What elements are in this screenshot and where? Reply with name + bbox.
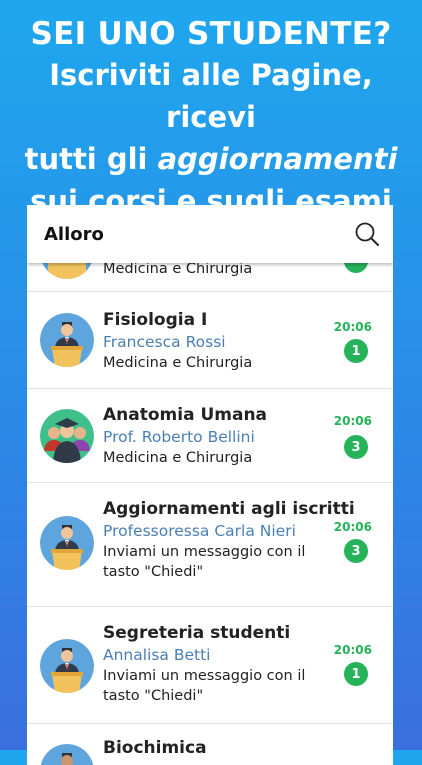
list-item-sender: Annalisa Betti	[103, 646, 211, 664]
list-item-time: 20:06	[333, 643, 372, 657]
avatar	[40, 409, 94, 463]
list-item[interactable]: Aggiornamenti agli iscritti Professoress…	[27, 483, 393, 607]
list-item-sender: Prof. Roberto Bellini	[103, 428, 255, 446]
promo-line-3: tutti gli aggiornamenti	[0, 138, 422, 180]
list-item-title: Biochimica	[103, 738, 207, 758]
promo-line-3-emphasis: aggiornamenti	[157, 142, 398, 176]
list-item-time: 20:06	[333, 414, 372, 428]
list-item-time: 20:06	[333, 520, 372, 534]
app-screen: Alloro Medicina e Chirurgia Fisiologia I…	[27, 205, 393, 765]
avatar	[40, 639, 94, 693]
list-item-preview: Medicina e Chirurgia	[103, 355, 253, 371]
avatar	[40, 313, 94, 367]
search-button[interactable]	[353, 220, 381, 248]
unread-badge: 3	[344, 435, 368, 459]
list-item-preview: Medicina e Chirurgia	[103, 450, 253, 466]
unread-badge: 3	[344, 539, 368, 563]
list-item[interactable]: Anatomia Umana Prof. Roberto Bellini Med…	[27, 389, 393, 483]
conversation-list: Medicina e Chirurgia Fisiologia I France…	[27, 225, 393, 765]
promo-line-3-text: tutti gli	[24, 142, 158, 176]
teacher-icon	[40, 639, 94, 693]
avatar	[40, 744, 94, 765]
list-item-title: Aggiornamenti agli iscritti	[103, 499, 355, 519]
list-item-sender: Francesca Rossi	[103, 333, 226, 351]
promo-line-1: SEI UNO STUDENTE?	[30, 16, 392, 52]
list-item-title: Fisiologia I	[103, 310, 208, 330]
unread-badge: 1	[344, 339, 368, 363]
list-item[interactable]: Biochimica	[27, 724, 393, 765]
search-icon	[355, 222, 379, 246]
graduates-icon	[40, 409, 94, 463]
list-item-title: Anatomia Umana	[103, 405, 268, 425]
list-item-sender: Professoressa Carla Nieri	[103, 522, 296, 540]
unread-badge: 1	[344, 662, 368, 686]
teacher-icon	[40, 516, 94, 570]
list-item-title: Segreteria studenti	[103, 623, 291, 643]
promo-header: SEI UNO STUDENTE? Iscriviti alle Pagine,…	[0, 14, 422, 222]
promo-line-2: Iscriviti alle Pagine, ricevi	[49, 58, 373, 134]
list-item[interactable]: Medicina e Chirurgia	[27, 225, 393, 292]
list-item-preview: Inviami un messaggio con il tasto "Chied…	[103, 668, 306, 704]
list-item-preview: Inviami un messaggio con il tasto "Chied…	[103, 544, 306, 580]
list-item[interactable]: Fisiologia I Francesca Rossi Medicina e …	[27, 292, 393, 389]
app-bar: Alloro	[27, 205, 393, 263]
app-title: Alloro	[44, 223, 104, 245]
avatar	[40, 516, 94, 570]
list-item-time: 20:06	[333, 320, 372, 334]
teacher-icon	[40, 313, 94, 367]
list-item[interactable]: Segreteria studenti Annalisa Betti Invia…	[27, 607, 393, 724]
teacher-icon	[40, 744, 94, 765]
